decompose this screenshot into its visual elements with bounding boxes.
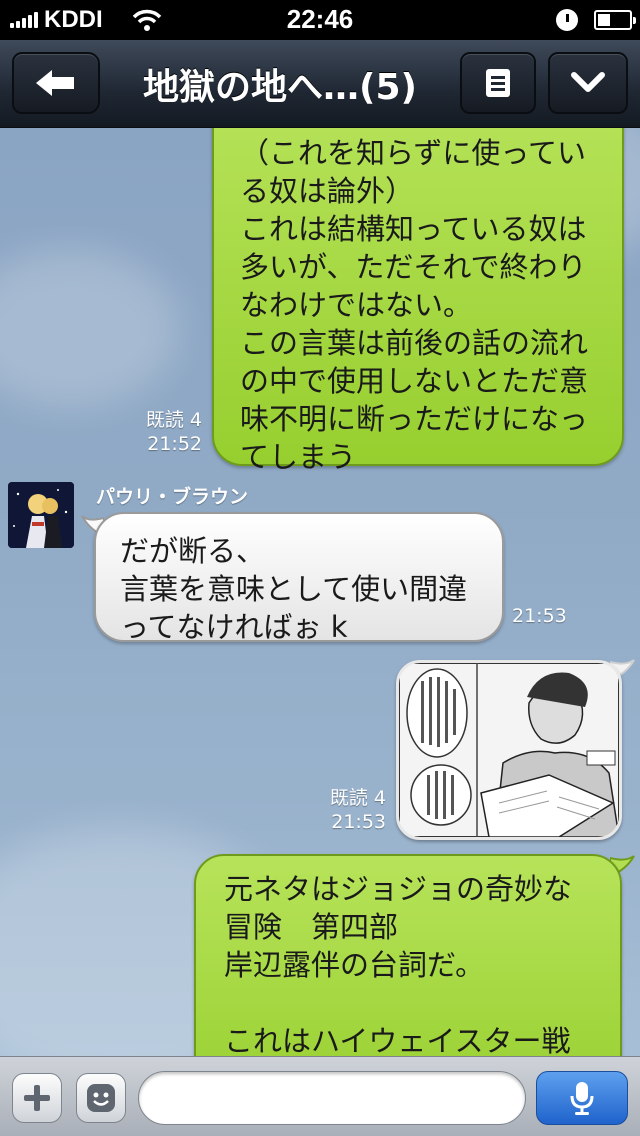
message-line: なわけではない。 xyxy=(240,288,473,322)
status-bar: KDDI 22:46 xyxy=(0,0,640,40)
plus-icon xyxy=(24,1085,50,1111)
message-input-bar xyxy=(0,1056,640,1136)
sender-name: パウリ・ブラウン xyxy=(96,486,249,508)
message-line: てしまう xyxy=(240,440,357,474)
more-options-button[interactable] xyxy=(548,52,628,114)
back-button[interactable] xyxy=(12,52,100,114)
message-time: 21:52 xyxy=(147,433,202,455)
message-line: 冒険 第四部 xyxy=(224,910,399,944)
message-line: 岸辺露伴の台詞だ。 xyxy=(224,948,485,982)
message-meta: 既読 4 21:53 xyxy=(300,786,386,834)
message-line: 元ネタはジョジョの奇妙な xyxy=(224,872,573,906)
chat-area[interactable]: （これを知らずに使ってい る奴は論外） これは結構知っている奴は 多いが、ただそ… xyxy=(0,128,640,1056)
message-line: これは結構知っている奴は xyxy=(240,212,587,246)
message-time: 21:53 xyxy=(331,811,386,833)
message-line: ってなければぉ k xyxy=(120,610,348,644)
message-line: この言葉は前後の話の流れ xyxy=(240,326,589,360)
chat-title: 地獄の地へ…(5) xyxy=(143,67,417,108)
message-bubble-outgoing[interactable]: 元ネタはジョジョの奇妙な 冒険 第四部 岸辺露伴の台詞だ。 これはハイウェイスタ… xyxy=(194,854,622,1056)
read-receipt: 既読 4 xyxy=(329,787,386,809)
attach-button[interactable] xyxy=(12,1073,62,1123)
message-line: （これを知らずに使ってい xyxy=(240,136,586,170)
message-line: の中で使用しないとただ意 xyxy=(240,364,589,398)
message-line: 言葉を意味として使い間違 xyxy=(120,572,468,606)
message-line: 多いが、ただそれで終わり xyxy=(240,250,587,284)
list-icon xyxy=(486,69,510,97)
message-line: だが断る、 xyxy=(120,534,266,568)
menu-button[interactable] xyxy=(460,52,536,114)
battery-icon xyxy=(594,10,636,30)
message-bubble-incoming[interactable]: だが断る、 言葉を意味として使い間違 ってなければぉ k xyxy=(94,512,504,644)
chevron-down-icon xyxy=(571,72,605,92)
emoji-button[interactable] xyxy=(76,1073,126,1123)
alarm-clock-icon xyxy=(556,9,578,31)
manga-image xyxy=(399,663,619,837)
emoji-icon xyxy=(87,1084,115,1112)
message-bubble-outgoing[interactable]: （これを知らずに使ってい る奴は論外） これは結構知っている奴は 多いが、ただそ… xyxy=(212,128,624,474)
background-cloud xyxy=(0,248,180,408)
image-message[interactable] xyxy=(396,660,622,840)
message-line: 味不明に断っただけになっ xyxy=(240,402,589,436)
microphone-icon xyxy=(570,1082,594,1115)
read-receipt: 既読 4 xyxy=(145,409,202,431)
message-meta: 既読 4 21:52 xyxy=(120,408,202,456)
status-time: 22:46 xyxy=(286,4,354,34)
navigation-bar: 地獄の地へ…(5) xyxy=(0,40,640,128)
message-line xyxy=(224,984,602,1022)
message-line: る奴は論外） xyxy=(240,174,415,208)
avatar[interactable] xyxy=(8,482,74,548)
message-line: これはハイウェイスター戦 xyxy=(224,1024,571,1056)
message-time: 21:53 xyxy=(512,605,567,627)
message-input[interactable] xyxy=(138,1071,526,1125)
avatar-image xyxy=(8,482,74,548)
back-arrow-icon xyxy=(36,70,74,96)
voice-input-button[interactable] xyxy=(536,1071,628,1125)
